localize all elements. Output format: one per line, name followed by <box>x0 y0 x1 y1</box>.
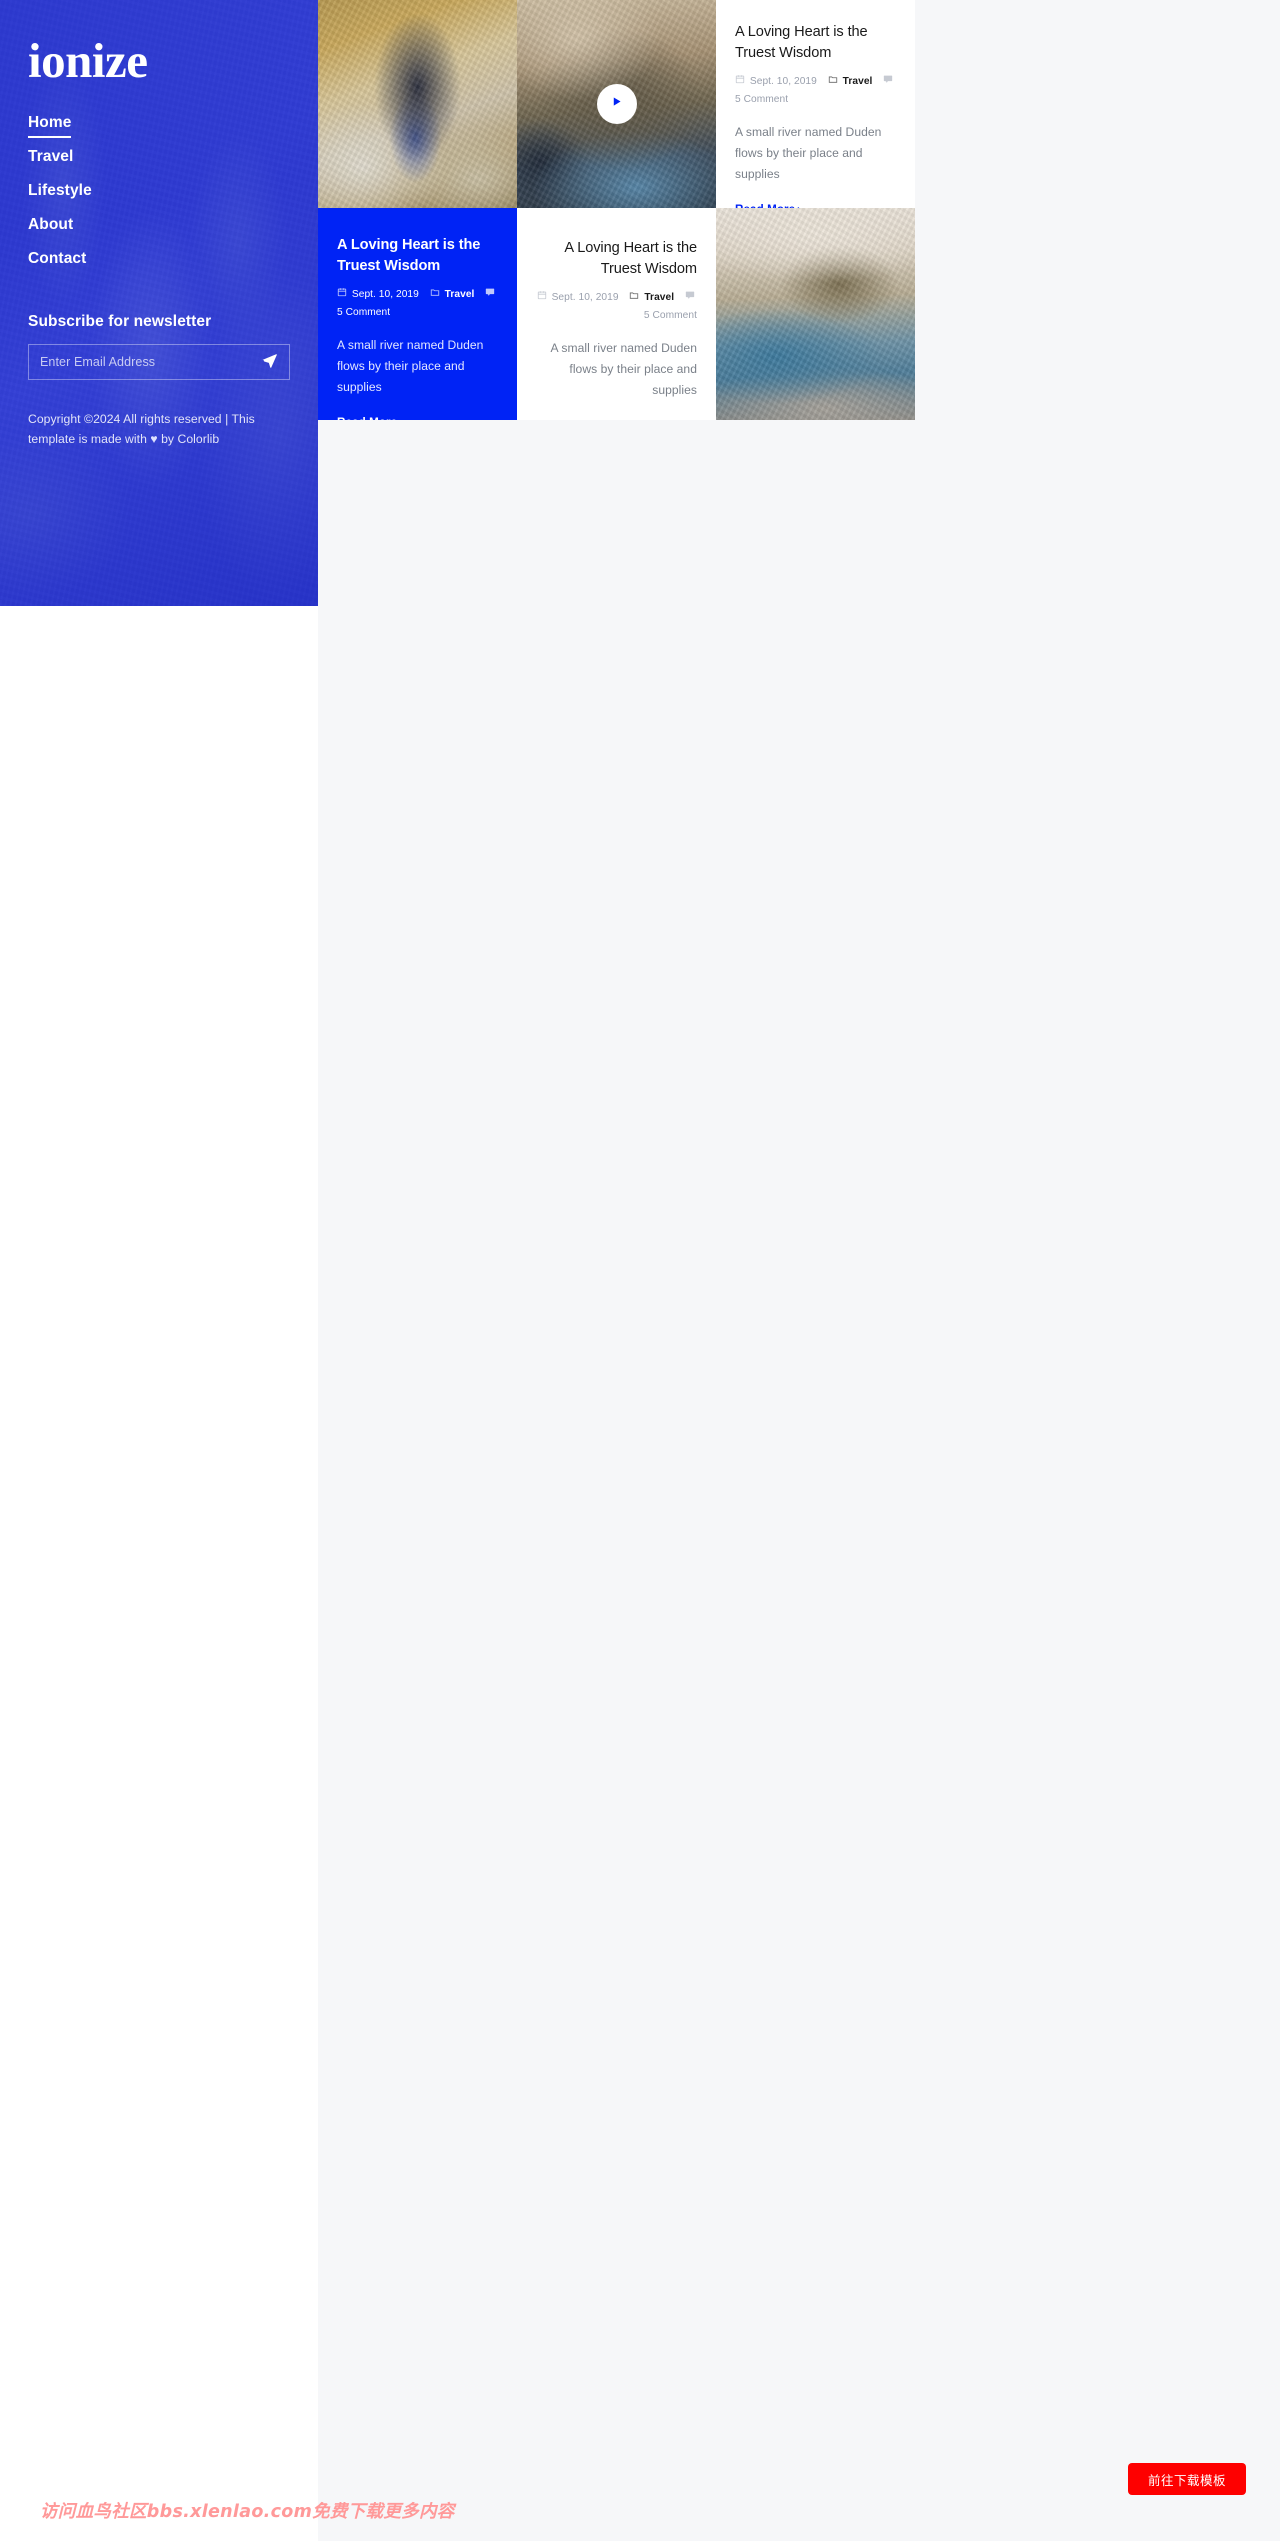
nav-item-travel[interactable]: Travel <box>28 148 73 165</box>
calendar-icon <box>735 75 748 87</box>
post-date: Sept. 10, 2019 <box>551 292 619 304</box>
heart-icon: ♥ <box>150 432 158 447</box>
post-image-card-walk[interactable] <box>318 0 517 208</box>
post-title[interactable]: A Loving Heart is the Truest Wisdom <box>735 22 896 63</box>
page-root: ionize Home Travel Lifestyle About Conta… <box>0 0 1280 2541</box>
nav-item-home[interactable]: Home <box>28 114 72 139</box>
read-more-link[interactable]: Read More› <box>631 419 697 420</box>
paper-plane-icon <box>261 352 278 372</box>
hiker-on-autumn-road-photo <box>318 0 517 208</box>
post-text-card-blue[interactable]: A Loving Heart is the Truest Wisdom Sept… <box>318 208 517 420</box>
post-date: Sept. 10, 2019 <box>749 76 817 88</box>
comment-icon <box>482 289 495 300</box>
post-comment-count: 5 Comment <box>643 309 697 321</box>
content-background <box>318 680 1280 2541</box>
post-image-card-rio[interactable] <box>716 208 915 420</box>
download-template-button[interactable]: 前往下载模板 <box>1128 2463 1246 2495</box>
read-more-label: Read More <box>337 416 397 420</box>
post-text-card-white[interactable]: A Loving Heart is the Truest Wisdom Sept… <box>517 208 716 420</box>
rio-de-janeiro-bay-photo <box>716 208 915 420</box>
comment-icon <box>682 292 695 303</box>
post-category[interactable]: Travel <box>445 289 475 300</box>
site-logo[interactable]: ionize <box>28 36 290 85</box>
folder-icon <box>427 289 443 300</box>
nav-item-contact[interactable]: Contact <box>28 250 86 267</box>
copyright-text: Copyright ©2024 All rights reserved | Th… <box>28 409 296 449</box>
chevron-right-icon: › <box>693 419 697 420</box>
post-category[interactable]: Travel <box>644 292 674 303</box>
post-date: Sept. 10, 2019 <box>351 289 419 301</box>
post-comment-count: 5 Comment <box>337 306 391 318</box>
sidebar: ionize Home Travel Lifestyle About Conta… <box>0 0 318 606</box>
post-meta: Sept. 10, 2019 Travel 5 Comment <box>735 73 896 108</box>
play-button[interactable] <box>596 84 637 124</box>
post-video-card[interactable] <box>517 0 716 208</box>
newsletter-heading: Subscribe for newsletter <box>28 313 212 331</box>
site-watermark: 访问血鸟社区bbs.xlenlao.com免费下载更多内容 <box>40 2502 455 2522</box>
nav-item-about[interactable]: About <box>28 216 73 233</box>
read-more-label: Read More <box>631 419 691 420</box>
post-grid-row-2: A Loving Heart is the Truest Wisdom Sept… <box>318 208 915 680</box>
calendar-icon <box>537 291 550 303</box>
comment-icon <box>880 76 893 87</box>
copyright-prefix: Copyright ©2024 All rights reserved | Th… <box>28 412 255 447</box>
post-meta: Sept. 10, 2019 Travel 5 Comment <box>337 286 498 321</box>
primary-nav: Home Travel Lifestyle About Contact <box>28 114 290 267</box>
folder-icon <box>627 292 643 303</box>
post-grid-row-1: A Loving Heart is the Truest Wisdom Sept… <box>318 0 915 208</box>
post-excerpt: A small river named Duden flows by their… <box>337 338 484 395</box>
post-meta: Sept. 10, 2019 Travel 5 Comment <box>536 289 697 324</box>
post-title[interactable]: A Loving Heart is the Truest Wisdom <box>337 235 498 276</box>
nav-item-lifestyle[interactable]: Lifestyle <box>28 182 92 199</box>
newsletter-form <box>28 344 290 381</box>
post-title[interactable]: A Loving Heart is the Truest Wisdom <box>536 238 697 279</box>
read-more-link[interactable]: Read More› <box>337 416 403 420</box>
email-input[interactable] <box>40 355 255 370</box>
post-category[interactable]: Travel <box>843 76 873 87</box>
folder-icon <box>825 76 841 87</box>
newsletter-submit-button[interactable] <box>255 352 278 372</box>
calendar-icon <box>337 288 350 300</box>
post-comment-count: 5 Comment <box>735 93 789 105</box>
post-text-card-top-right[interactable]: A Loving Heart is the Truest Wisdom Sept… <box>716 0 915 208</box>
post-excerpt: A small river named Duden flows by their… <box>735 125 882 182</box>
chevron-right-icon: › <box>399 416 403 420</box>
post-excerpt: A small river named Duden flows by their… <box>550 341 697 398</box>
play-triangle-icon <box>610 95 623 113</box>
copyright-suffix: by Colorlib <box>157 432 220 447</box>
